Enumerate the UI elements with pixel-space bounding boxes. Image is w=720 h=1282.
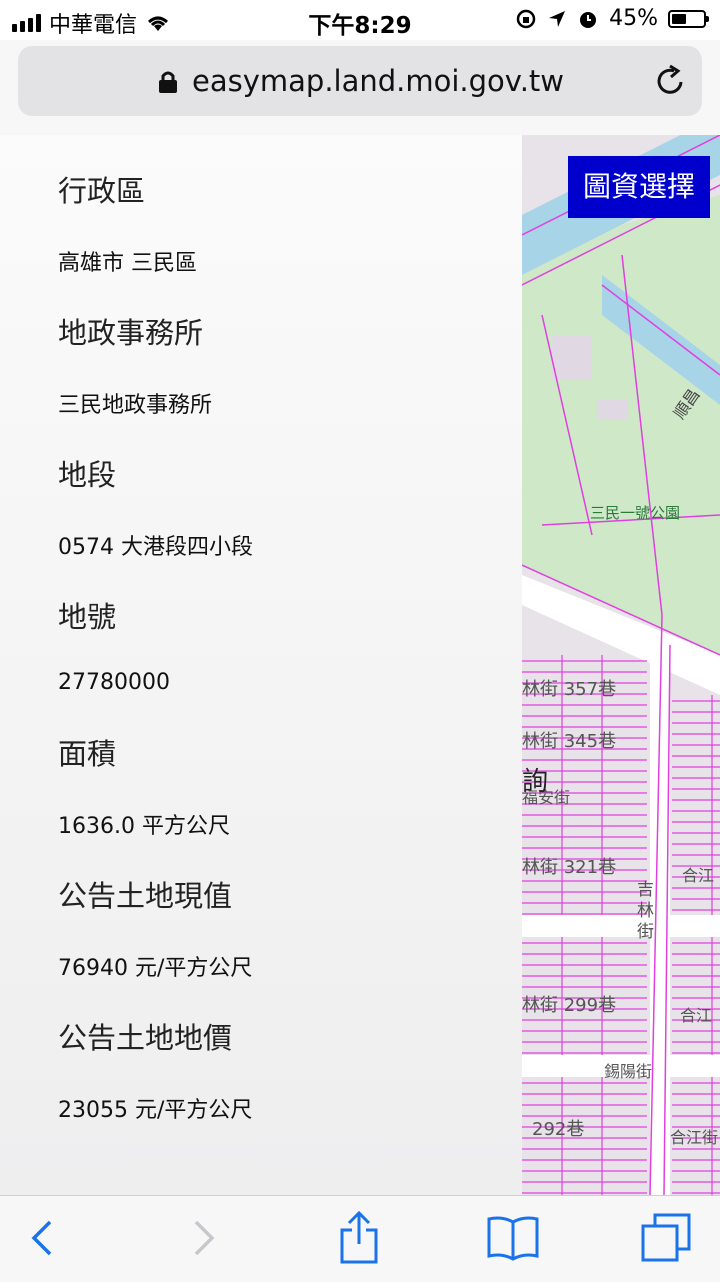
reload-icon[interactable] [654, 64, 686, 98]
layer-select-button[interactable]: 圖資選擇 [568, 156, 710, 218]
map-label-jilin: 吉林街 [637, 880, 654, 942]
map-label-street-345: 林街 345巷 [522, 731, 616, 752]
map-marker-label: 詢 [522, 767, 548, 797]
info-label-land-price: 公告土地地價 [58, 1021, 233, 1055]
info-value-land-value: 76940 元/平方公尺 [58, 956, 253, 981]
forward-icon[interactable] [190, 1216, 218, 1260]
info-value-land-price: 23055 元/平方公尺 [58, 1098, 253, 1123]
map-view[interactable]: 三民一號公園 順昌 林街 357巷 林街 345巷 福安街 林街 321巷 合江… [522, 135, 720, 1195]
orientation-lock-icon [516, 9, 536, 28]
lock-icon [159, 71, 177, 93]
location-icon [549, 10, 566, 27]
status-bar: 中華電信 下午8:29 45% [0, 0, 720, 40]
address-bar[interactable]: easymap.land.moi.gov.tw [18, 46, 702, 116]
map-canvas[interactable]: 三民一號公園 順昌 林街 357巷 林街 345巷 福安街 林街 321巷 合江… [522, 135, 720, 1195]
browser-bottom-toolbar [0, 1195, 720, 1282]
map-label-heji-3: 合江街 [670, 1128, 718, 1147]
info-value-district: 高雄市 三民區 [58, 251, 197, 276]
info-value-section: 0574 大港段四小段 [58, 535, 253, 560]
info-label-land-office: 地政事務所 [58, 316, 204, 350]
info-value-land-office: 三民地政事務所 [58, 393, 213, 418]
info-label-land-value: 公告土地現值 [58, 879, 233, 913]
map-label-heji-2: 合江 [680, 1006, 712, 1025]
share-icon[interactable] [338, 1210, 380, 1264]
map-label-xiyang: 錫陽街 [604, 1062, 652, 1081]
map-label-street-321: 林街 321巷 [522, 857, 616, 878]
map-label-street-292: 292巷 [532, 1119, 584, 1140]
info-label-area: 面積 [58, 737, 117, 771]
info-label-lot-number: 地號 [58, 600, 117, 634]
info-value-lot-number: 27780000 [58, 670, 170, 695]
map-label-street-357: 林街 357巷 [522, 679, 616, 700]
map-label-heji-1: 合江 [682, 866, 714, 885]
parcel-info-panel: 行政區 高雄市 三民區 地政事務所 三民地政事務所 地段 0574 大港段四小段… [0, 135, 522, 1195]
battery-icon [668, 9, 709, 28]
info-label-section: 地段 [58, 458, 117, 492]
alarm-icon [580, 11, 597, 28]
map-label-park: 三民一號公園 [590, 504, 680, 522]
map-label-street-299: 林街 299巷 [522, 995, 616, 1016]
battery-percent: 45% [609, 6, 658, 31]
tabs-icon[interactable] [640, 1212, 692, 1264]
url-text: easymap.land.moi.gov.tw [192, 64, 565, 98]
bookmarks-icon[interactable] [486, 1214, 540, 1262]
info-value-area: 1636.0 平方公尺 [58, 814, 230, 839]
info-label-district: 行政區 [58, 174, 146, 208]
browser-toolbar: easymap.land.moi.gov.tw [0, 40, 720, 136]
back-icon[interactable] [28, 1216, 56, 1260]
